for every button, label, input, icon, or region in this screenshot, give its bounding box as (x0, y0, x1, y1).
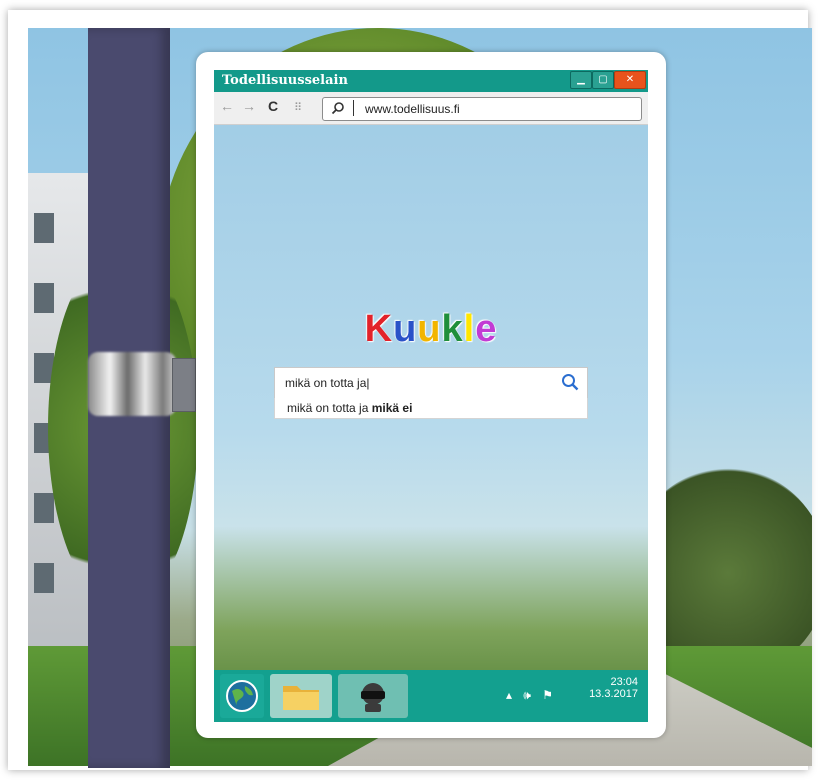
taskbar-app-vr[interactable] (338, 674, 408, 718)
grid-icon: ⠿ (294, 102, 303, 114)
reload-button[interactable]: C (268, 98, 278, 114)
logo-letter: u (417, 308, 442, 350)
building-window (34, 213, 54, 243)
window-title: Todellisuusselain (222, 73, 348, 88)
close-icon: ✕ (625, 74, 635, 85)
building-window (34, 283, 54, 313)
search-icon (331, 102, 344, 115)
arrow-right-icon: → (242, 98, 256, 114)
close-button[interactable]: ✕ (614, 71, 646, 89)
logo-letter: e (475, 308, 498, 350)
maximize-icon: ▢ (598, 74, 608, 85)
logo-letter: k (441, 308, 464, 350)
maximize-button[interactable]: ▢ (592, 71, 614, 89)
logo-letter: u (393, 308, 418, 350)
logo-letter: K (364, 308, 394, 350)
speaker-icon[interactable]: 🕪 (523, 688, 531, 702)
chevron-up-icon[interactable]: ▴ (506, 688, 512, 702)
suggestion-text: mikä on totta ja mikä ei (287, 401, 412, 415)
logo-letter: l (463, 308, 476, 350)
clock[interactable]: 23:04 13.3.2017 (589, 676, 638, 700)
search-input[interactable]: mikä on totta ja| (285, 376, 370, 390)
browser-titlebar: Todellisuusselain ▁ ▢ ✕ (214, 70, 648, 92)
search-box[interactable]: mikä on totta ja| (274, 367, 588, 399)
kuukle-logo: Kuukle (214, 308, 648, 351)
search-icon[interactable] (561, 373, 579, 391)
search-suggestion[interactable]: mikä on totta ja mikä ei (274, 398, 588, 419)
clock-time: 23:04 (610, 676, 638, 688)
clamp-bracket (172, 358, 196, 412)
browser-toolbar: ← → C ⠿ www.todellisuus.fi (214, 92, 648, 125)
back-button[interactable]: ← (220, 98, 234, 114)
globe-icon (226, 680, 258, 712)
forward-button[interactable]: → (242, 98, 256, 114)
taskbar-app-globe[interactable] (220, 674, 264, 718)
address-divider (353, 100, 354, 116)
suggestion-prefix: mikä on totta ja (287, 401, 372, 415)
transparent-device-frame: Todellisuusselain ▁ ▢ ✕ ← → C ⠿ www.tode… (196, 52, 666, 738)
building-window (34, 493, 54, 523)
minimize-button[interactable]: ▁ (570, 71, 592, 89)
clock-date: 13.3.2017 (589, 688, 638, 700)
building-window (34, 563, 54, 593)
apps-button[interactable]: ⠿ (294, 101, 302, 114)
suggestion-bold: mikä ei (371, 401, 413, 415)
address-bar[interactable]: www.todellisuus.fi (322, 97, 642, 121)
reload-icon: C (268, 98, 279, 114)
arrow-left-icon: ← (220, 98, 234, 114)
address-url[interactable]: www.todellisuus.fi (365, 102, 460, 116)
system-tray-icons: ▴ 🕪 ⚑ (506, 688, 553, 703)
taskbar: ▴ 🕪 ⚑ 23:04 13.3.2017 (214, 670, 648, 722)
taskbar-app-folder[interactable] (270, 674, 332, 718)
folder-icon (283, 686, 319, 710)
minimize-icon: ▁ (577, 74, 585, 85)
pole-clamp (88, 352, 176, 416)
flag-icon[interactable]: ⚑ (542, 688, 553, 702)
device-screen: Todellisuusselain ▁ ▢ ✕ ← → C ⠿ www.tode… (214, 70, 648, 722)
vr-headset-icon (361, 683, 385, 712)
